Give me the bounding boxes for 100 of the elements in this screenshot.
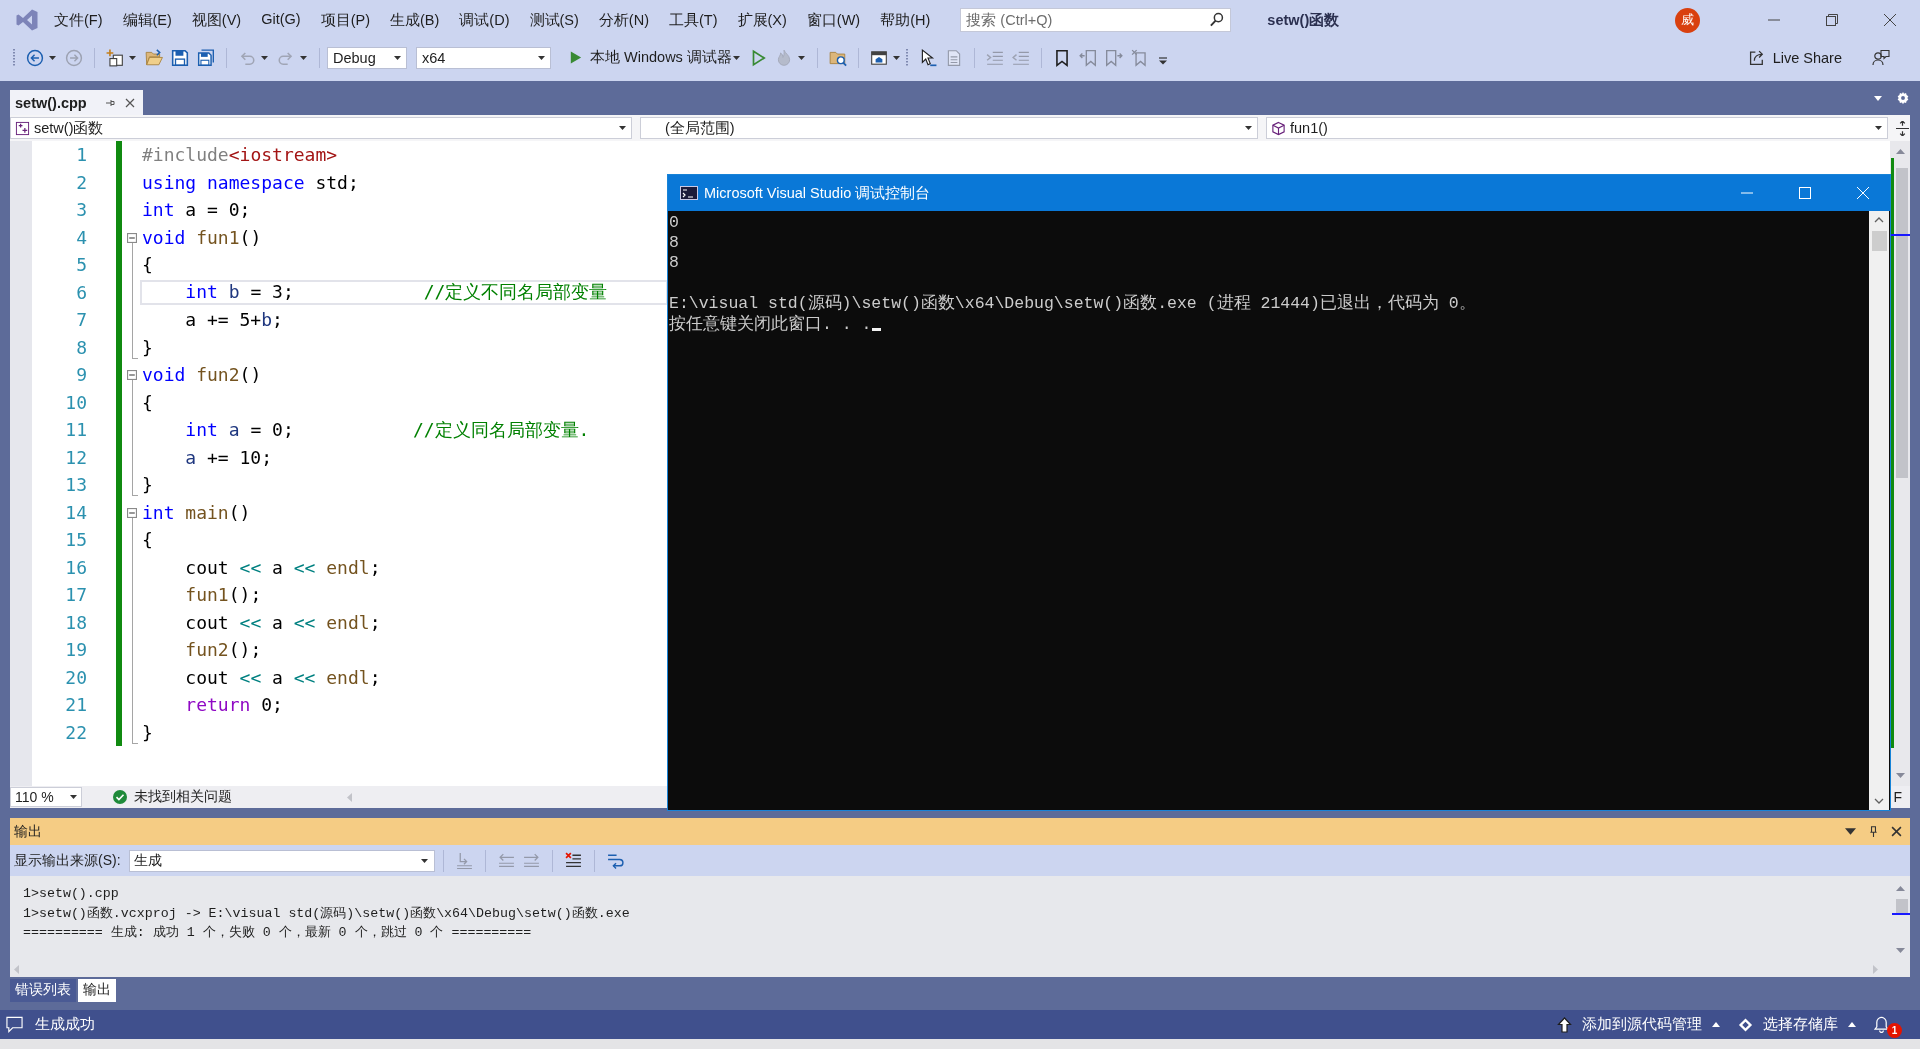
document-tab[interactable]: setw().cpp [10, 90, 143, 115]
code-line: a += 10; [184, 446, 273, 468]
menu-item[interactable]: 文件(F) [44, 7, 113, 33]
close-icon[interactable] [124, 97, 135, 108]
caret-position-marker [1892, 913, 1910, 915]
scrollbar-thumb[interactable] [1896, 168, 1908, 478]
caret-icon [394, 55, 401, 60]
menu-item[interactable]: 扩展(X) [727, 7, 797, 33]
close-icon[interactable] [1884, 14, 1896, 26]
menu-item[interactable]: 编辑(E) [112, 7, 182, 33]
save-all-icon[interactable] [197, 48, 215, 67]
menu-item[interactable]: Git(G) [251, 7, 311, 33]
line-number: 17 [64, 583, 87, 608]
user-avatar[interactable]: 威 [1675, 7, 1700, 33]
line-number: 12 [64, 445, 87, 470]
console-output-area[interactable]: 0 8 8 E:\visual std(源码)\setw()函数\x64\Debug\setw()函数.exe (进程 21444)已退出，代码为 0。 按任意键关闭此窗口. . . [668, 211, 1890, 810]
console-scrollbar[interactable] [1869, 211, 1889, 810]
speech-bubble-icon[interactable] [6, 1016, 23, 1033]
menu-item[interactable]: 视图(V) [181, 7, 252, 33]
scrollbar-thumb[interactable] [1871, 231, 1887, 251]
live-share-button[interactable]: Live Share [1748, 49, 1842, 66]
restore-icon[interactable] [1826, 14, 1838, 26]
start-debugging-button[interactable]: 本地 Windows 调试器 [568, 45, 745, 70]
menu-item[interactable]: 测试(S) [519, 7, 589, 33]
menu-item[interactable]: 帮助(H) [870, 7, 941, 33]
outline-end-bracket [131, 333, 138, 359]
scrollbar-thumb[interactable] [1896, 899, 1908, 913]
line-number: 10 [64, 390, 87, 415]
line-number: 11 [64, 418, 87, 443]
caret-icon[interactable] [129, 55, 136, 60]
line-number: 5 [75, 253, 87, 278]
menu-item[interactable]: 工具(T) [659, 7, 728, 33]
save-icon[interactable] [171, 48, 189, 67]
code-line: cout << a << endl; [184, 611, 381, 633]
scope-dropdown[interactable]: (全局范围) [640, 117, 1258, 139]
toolbar-dropdown[interactable]: x64 [416, 46, 551, 69]
pin-icon[interactable] [1868, 826, 1879, 837]
line-ending-text[interactable]: F [1893, 789, 1902, 805]
clear-all-icon[interactable] [564, 852, 582, 869]
feedback-person-icon[interactable] [1872, 48, 1890, 67]
menu-item[interactable]: 分析(N) [588, 7, 659, 33]
menu-item[interactable]: 调试(D) [449, 7, 520, 33]
menu-item[interactable]: 项目(P) [310, 7, 380, 33]
open-folder-icon[interactable] [145, 48, 163, 67]
member-dropdown[interactable]: fun1() [1266, 117, 1888, 139]
maximize-icon[interactable] [1799, 187, 1811, 199]
scroll-down-icon[interactable] [1895, 773, 1905, 778]
caret-icon[interactable] [49, 55, 56, 60]
output-source-dropdown[interactable]: 生成 [128, 849, 435, 872]
zoom-dropdown[interactable]: 110 % [10, 787, 82, 807]
code-line: fun2(); [184, 639, 262, 661]
code-line: cout << a << endl; [184, 556, 381, 578]
settings-icon[interactable] [1896, 91, 1910, 105]
upload-arrow-icon [1557, 1016, 1572, 1033]
collapse-icon[interactable] [127, 232, 137, 243]
split-editor-icon[interactable] [1896, 120, 1909, 136]
toolbar-gripper-icon[interactable] [12, 47, 16, 68]
collapse-icon[interactable] [127, 507, 137, 518]
browser-window-icon[interactable] [869, 48, 888, 67]
new-project-icon[interactable] [106, 48, 124, 67]
search-icon[interactable] [1209, 12, 1225, 27]
panel-tab[interactable]: 错误列表 [10, 978, 76, 1002]
collapse-icon[interactable] [127, 370, 137, 380]
code-line: { [142, 391, 153, 413]
menu-item[interactable]: 生成(B) [380, 7, 450, 33]
search-field[interactable]: 搜索 (Ctrl+Q) [960, 8, 1232, 32]
menu-item[interactable]: 窗口(W) [796, 7, 871, 33]
app-logo-icon[interactable] [15, 8, 39, 32]
issues-status-text[interactable]: 未找到相关问题 [134, 788, 232, 806]
pin-icon[interactable] [104, 97, 115, 108]
code-line: a += 5+b; [184, 309, 283, 331]
caret-icon[interactable] [1845, 826, 1856, 837]
code-line: int main() [142, 501, 251, 523]
editor-scrollbar[interactable] [1890, 141, 1910, 786]
tab-list-caret-icon[interactable] [1874, 95, 1882, 101]
source-control-button[interactable]: 添加到源代码管理 [1557, 1011, 1720, 1038]
output-text-area[interactable]: 1>setw().cpp 1>setw()函数.vcxproj -> E:\visual std(源码)\setw()函数\x64\Debug\setw()函数.exe ========== 生成: 成功 1 个，失败 0 个，最新 0 个，跳过 0 个 ========== [10, 876, 1910, 977]
repository-button[interactable]: 选择存储库 [1738, 1011, 1856, 1038]
scroll-down-icon[interactable] [1874, 798, 1884, 804]
caret-icon[interactable] [892, 55, 900, 60]
toolbar-dropdown[interactable]: Debug [327, 46, 407, 69]
scroll-down-icon[interactable] [1895, 948, 1905, 953]
code-line: int a = 0; //定义同名局部变量. [184, 417, 590, 442]
toolbar-overflow-icon[interactable] [1158, 56, 1167, 65]
code-line: int b = 3; //定义不同名局部变量 [184, 280, 608, 305]
line-number: 7 [75, 308, 87, 333]
output-line: 1>setw()函数.vcxproj -> E:\visual std(源码)\setw()函数\x64\Debug\setw()函数.exe [23, 904, 630, 922]
toolbar-gripper-icon[interactable] [904, 47, 909, 68]
console-window[interactable]: Microsoft Visual Studio 调试控制台 0 8 8 E:\visual std(源码)\setw()函数\x64\Debug\setw()函数.exe (进程 21444)已退出，代码为 0。 按任意键关闭此窗口. . . [667, 174, 1891, 811]
scroll-up-icon[interactable] [1874, 217, 1884, 223]
scroll-up-icon[interactable] [1895, 886, 1905, 891]
bell-icon[interactable] [1874, 1016, 1889, 1033]
project-dropdown[interactable]: setw()函数 [10, 117, 632, 139]
caret-icon[interactable] [732, 55, 740, 60]
panel-tab[interactable]: 输出 [78, 978, 116, 1002]
code-line: return 0; [184, 694, 283, 716]
close-icon[interactable] [1891, 826, 1902, 837]
scroll-up-icon[interactable] [1895, 149, 1905, 154]
console-title-bar[interactable]: Microsoft Visual Studio 调试控制台 [668, 175, 1890, 211]
word-wrap-icon[interactable] [606, 852, 624, 869]
